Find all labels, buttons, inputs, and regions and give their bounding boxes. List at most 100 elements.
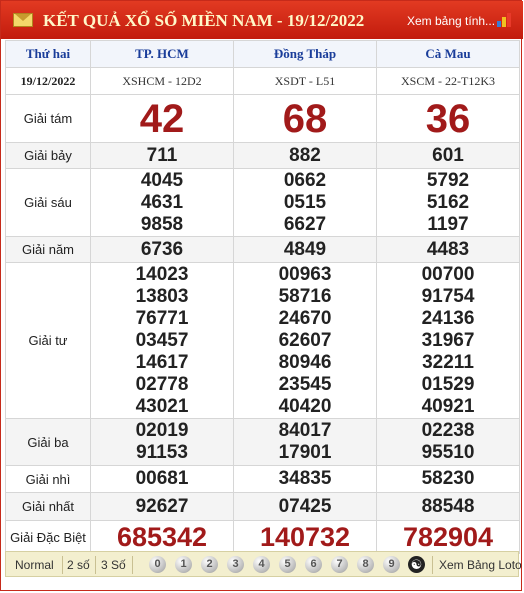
- prize-number: 6736: [140, 238, 184, 260]
- prize-number: 00963: [278, 263, 332, 285]
- prize-number: 91153: [136, 442, 188, 463]
- date-cell: 19/12/2022: [5, 67, 91, 95]
- code-row: 19/12/2022 XSHCM - 12D2 XSDT - L51 XSCM …: [5, 67, 520, 95]
- special-prize-number: 782904: [402, 522, 494, 552]
- prize-number: 31967: [421, 329, 475, 351]
- prize-number: 42: [139, 96, 185, 141]
- prize-number: 9858: [140, 213, 184, 235]
- prize-number: 91754: [421, 285, 475, 307]
- prize-number: 4631: [140, 191, 184, 213]
- prize-number: 40921: [421, 395, 475, 417]
- prize-number: 76771: [135, 307, 189, 329]
- prize-number: 32211: [422, 351, 474, 373]
- prize-label: Giải năm: [5, 236, 91, 263]
- prize-number: 601: [432, 144, 464, 166]
- prize-label: Giải nhất: [5, 492, 91, 521]
- prize-number: 711: [146, 144, 178, 166]
- view-loto-link[interactable]: Xem Bảng Loto: [439, 558, 522, 572]
- prize-number: 4483: [426, 238, 470, 260]
- option-2-digits[interactable]: 2 số: [67, 558, 90, 572]
- prize-8-row: Giải tám 42 68 36: [5, 94, 520, 143]
- prize-number: 13803: [135, 285, 189, 307]
- prize-number: 24136: [421, 307, 475, 329]
- prize-number: 5792: [426, 169, 470, 191]
- special-prize-number: 685342: [116, 522, 208, 552]
- prize-number: 95510: [421, 442, 475, 463]
- prize-number: 03457: [135, 329, 189, 351]
- prize-number: 14023: [135, 263, 189, 285]
- prize-number: 6627: [283, 213, 327, 235]
- digit-7-ball[interactable]: 7: [331, 556, 348, 573]
- prize-number: 02019: [135, 420, 189, 441]
- digit-3-ball[interactable]: 3: [227, 556, 244, 573]
- province-dong-thap[interactable]: Đồng Tháp: [233, 40, 377, 68]
- weekday-cell: Thứ hai: [5, 40, 91, 68]
- prize-label: Giải bảy: [5, 142, 91, 169]
- envelope-icon: [13, 13, 33, 27]
- prize-5-row: Giải năm 6736 4849 4483: [5, 236, 520, 263]
- bar-chart-icon[interactable]: [497, 13, 513, 27]
- digit-9-ball[interactable]: 9: [383, 556, 400, 573]
- code-hcm: XSHCM - 12D2: [90, 67, 234, 95]
- digit-1-ball[interactable]: 1: [175, 556, 192, 573]
- prize-number: 43021: [135, 395, 189, 417]
- prize-number: 14617: [135, 351, 189, 373]
- province-header-row: Thứ hai TP. HCM Đồng Tháp Cà Mau: [5, 40, 520, 68]
- page-title: KẾT QUẢ XỔ SỐ MIỀN NAM - 19/12/2022: [43, 11, 365, 30]
- prize-number: 882: [289, 144, 321, 166]
- prize-number: 40420: [278, 395, 332, 417]
- option-normal[interactable]: Normal: [15, 558, 54, 572]
- prize-number: 00681: [135, 468, 189, 489]
- prize-number: 4849: [283, 238, 327, 260]
- prize-number: 84017: [278, 420, 332, 441]
- digit-5-ball[interactable]: 5: [279, 556, 296, 573]
- digit-6-ball[interactable]: 6: [305, 556, 322, 573]
- code-ca-mau: XSCM - 22-T12K3: [376, 67, 520, 95]
- prize-label: Giải ba: [5, 418, 91, 466]
- prize-number: 01529: [421, 373, 475, 395]
- prize-number: 58230: [421, 468, 475, 489]
- divider: [132, 556, 133, 574]
- prize-number: 62607: [278, 329, 332, 351]
- divider: [95, 556, 96, 574]
- digit-2-ball[interactable]: 2: [201, 556, 218, 573]
- special-prize-number: 140732: [259, 522, 351, 552]
- prize-number: 88548: [421, 495, 475, 517]
- digit-8-ball[interactable]: 8: [357, 556, 374, 573]
- divider: [432, 556, 433, 574]
- header-bar: KẾT QUẢ XỔ SỐ MIỀN NAM - 19/12/2022 Xem …: [1, 1, 523, 39]
- prize-number: 34835: [278, 468, 332, 489]
- prize-number: 02778: [135, 373, 189, 395]
- prize-7-row: Giải bảy 711 882 601: [5, 142, 520, 169]
- prize-number: 36: [425, 96, 471, 141]
- prize-4-row: Giải tư 14023 13803 76771 03457 14617 02…: [5, 262, 520, 419]
- province-ca-mau[interactable]: Cà Mau: [376, 40, 520, 68]
- option-3-digits[interactable]: 3 Số: [101, 558, 126, 572]
- prize-label: Giải nhì: [5, 465, 91, 493]
- code-dong-thap: XSDT - L51: [233, 67, 377, 95]
- prize-number: 17901: [278, 442, 332, 463]
- prize-number: 00700: [421, 263, 475, 285]
- prize-number: 02238: [421, 420, 475, 441]
- prize-6-row: Giải sáu 4045 4631 9858 0662 0515 6627 5…: [5, 168, 520, 237]
- prize-number: 68: [282, 96, 328, 141]
- prize-label: Giải tám: [5, 94, 91, 143]
- special-prize-row: Giải Đặc Biệt 685342 140732 782904: [5, 520, 520, 554]
- prize-number: 58716: [278, 285, 332, 307]
- prize-number: 07425: [278, 495, 332, 517]
- footer-toolbar: Normal 2 số 3 Số 0 1 2 3 4 5 6 7 8 9 ☯ X…: [5, 551, 522, 577]
- prize-number: 24670: [278, 307, 332, 329]
- prize-3-row: Giải ba 02019 91153 84017 17901 02238 95…: [5, 418, 520, 466]
- prize-number: 23545: [278, 373, 332, 395]
- province-hcm[interactable]: TP. HCM: [90, 40, 234, 68]
- view-table-link[interactable]: Xem bảng tính...: [407, 14, 495, 28]
- prize-number: 0515: [283, 191, 327, 213]
- prize-label: Giải sáu: [5, 168, 91, 237]
- prize-number: 1197: [427, 213, 469, 235]
- yin-yang-icon[interactable]: ☯: [408, 556, 425, 573]
- digit-0-ball[interactable]: 0: [149, 556, 166, 573]
- divider: [62, 556, 63, 574]
- prize-number: 5162: [426, 191, 470, 213]
- prize-2-row: Giải nhì 00681 34835 58230: [5, 465, 520, 493]
- digit-4-ball[interactable]: 4: [253, 556, 270, 573]
